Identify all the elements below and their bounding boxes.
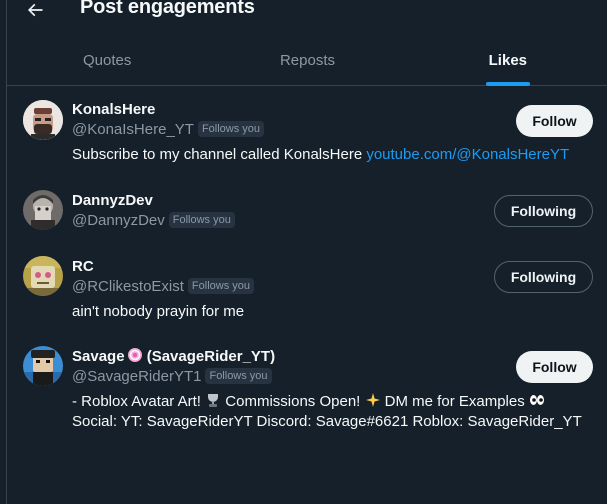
follows-you-badge: Follows you	[168, 212, 235, 228]
avatar[interactable]	[23, 190, 63, 230]
user-info: Savage (SavageRider_YT) @SavageRiderYT1 …	[72, 346, 582, 432]
page-title: Post engagements	[80, 0, 255, 18]
user-bio: ain't nobody prayin for me	[72, 303, 245, 320]
follows-you-badge: Follows you	[187, 278, 254, 294]
tab-reposts[interactable]: Reposts	[207, 38, 407, 85]
user-handle[interactable]: @SavageRiderYT1	[72, 368, 201, 385]
tab-likes[interactable]: Likes	[408, 38, 607, 86]
avatar[interactable]	[23, 346, 63, 386]
user-cell[interactable]: RC @RClikestoExist Follows you ain't nob…	[7, 248, 607, 332]
tab-label: Likes	[488, 52, 527, 69]
user-cell[interactable]: KonalsHere @KonaIsHere_YT Follows you Su…	[7, 92, 607, 176]
bio-text: Subscribe to my channel called KonalsHer…	[72, 146, 367, 163]
sparkles-icon	[365, 393, 380, 407]
follow-button[interactable]: Follow	[516, 351, 593, 383]
lollipop-icon	[127, 348, 142, 362]
user-bio-line2: Social: YT: SavageRiderYT Discord: Savag…	[72, 413, 582, 430]
bio-text: Commissions Open!	[221, 393, 365, 410]
display-name[interactable]: DannyzDev	[72, 192, 153, 209]
user-cell[interactable]: Savage (SavageRider_YT) @SavageRiderYT1 …	[7, 338, 607, 442]
avatar[interactable]	[23, 256, 63, 296]
user-bio: - Roblox Avatar Art! Commissions Open! D…	[72, 392, 582, 412]
user-info: DannyzDev @DannyzDev Follows you	[72, 190, 235, 230]
bio-text: - Roblox Avatar Art!	[72, 393, 206, 410]
arrow-left-icon	[27, 3, 43, 17]
user-info: RC @RClikestoExist Follows you ain't nob…	[72, 256, 254, 322]
display-name-part: (SavageRider_YT)	[142, 348, 276, 365]
display-name[interactable]: RC	[72, 258, 94, 275]
display-name-part: Savage	[72, 348, 125, 365]
tab-label: Reposts	[279, 52, 335, 69]
follow-button[interactable]: Follow	[516, 105, 593, 137]
back-button[interactable]	[21, 0, 49, 24]
bio-text: DM me for Examples	[380, 393, 529, 410]
tab-bar: Quotes Reposts Likes	[7, 38, 607, 86]
following-button[interactable]: Following	[494, 261, 593, 293]
engagements-panel: Post engagements Quotes Reposts Likes Ko…	[6, 0, 607, 504]
tab-quotes[interactable]: Quotes	[7, 38, 207, 85]
eyes-icon	[529, 395, 544, 405]
header: Post engagements	[7, 0, 607, 26]
trophy-icon	[208, 394, 219, 407]
user-handle[interactable]: @RClikestoExist	[72, 278, 184, 295]
user-bio: Subscribe to my channel called KonalsHer…	[72, 145, 569, 165]
follows-you-badge: Follows you	[197, 121, 265, 137]
user-handle[interactable]: @DannyzDev	[72, 212, 165, 229]
following-button[interactable]: Following	[494, 195, 593, 227]
active-tab-indicator	[485, 82, 530, 86]
display-name[interactable]: Savage (SavageRider_YT)	[72, 347, 275, 365]
user-handle[interactable]: @KonaIsHere_YT	[72, 121, 194, 138]
bio-link[interactable]: youtube.com/@KonalsHereYT	[366, 146, 569, 163]
avatar[interactable]	[23, 100, 63, 140]
follows-you-badge: Follows you	[205, 368, 272, 384]
user-info: KonalsHere @KonaIsHere_YT Follows you Su…	[72, 99, 569, 165]
tab-label: Quotes	[82, 52, 132, 69]
user-cell[interactable]: DannyzDev @DannyzDev Follows you Followi…	[7, 182, 607, 242]
display-name[interactable]: KonalsHere	[72, 101, 155, 118]
